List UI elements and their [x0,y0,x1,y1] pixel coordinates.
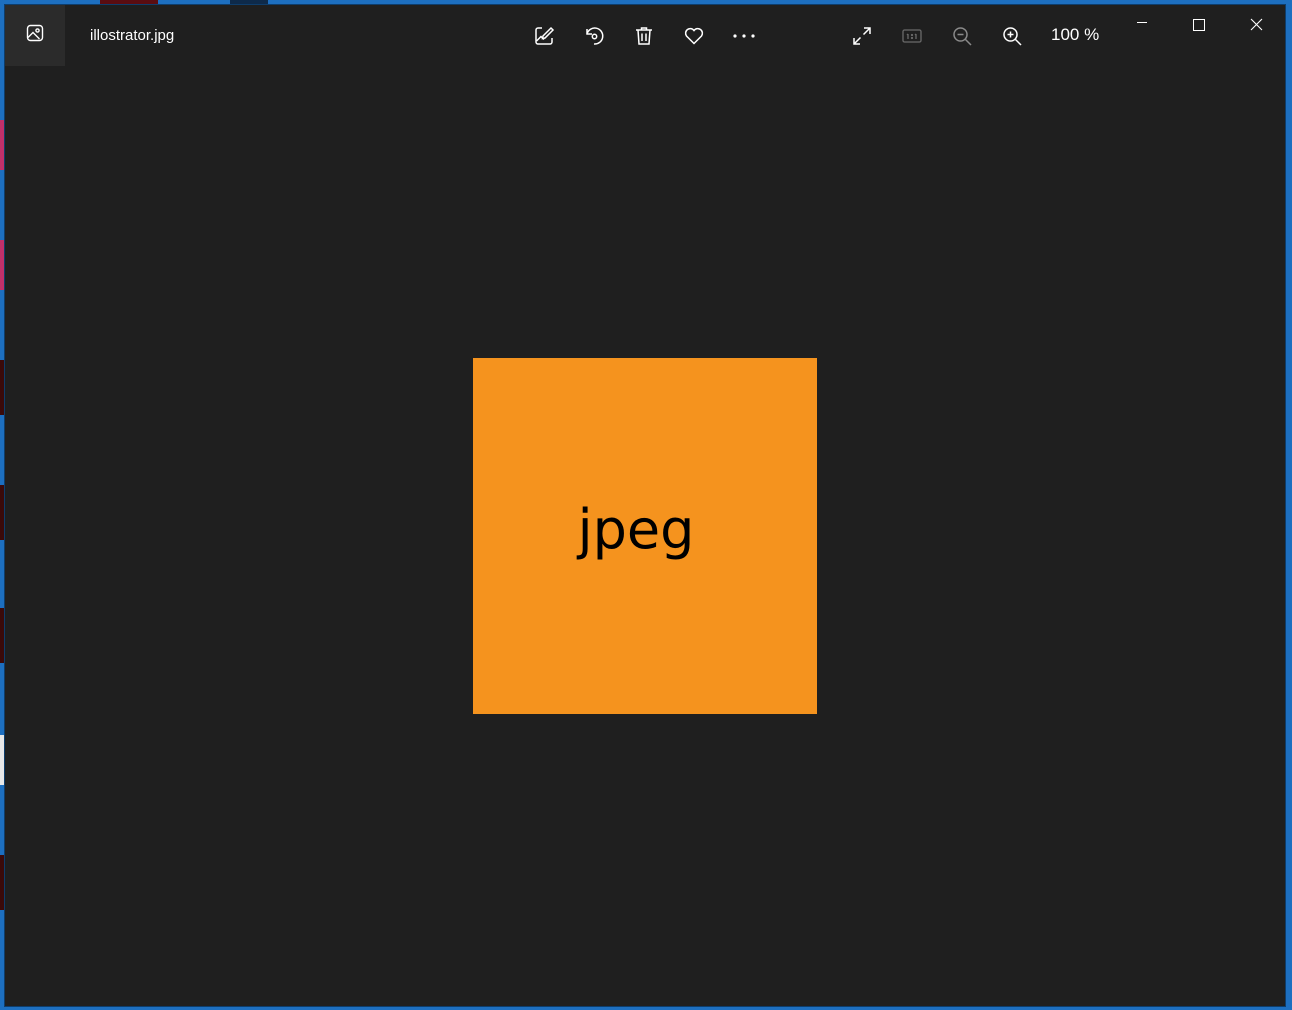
zoom-in-icon [1001,25,1023,47]
favorite-heart-icon [683,25,705,47]
image-text: jpeg [577,498,695,561]
file-name: illostrator.jpg [90,27,175,44]
rotate-button[interactable] [577,19,611,53]
actual-size-button[interactable] [895,19,929,53]
more-options-button[interactable] [727,19,761,53]
rotate-icon [583,25,605,47]
maximize-button[interactable] [1171,5,1227,49]
zoom-level[interactable]: 100 % [1051,25,1099,45]
delete-button[interactable] [627,19,661,53]
photo-app-icon [25,23,45,48]
actual-size-icon [901,25,923,47]
photos-app-window: illostrator.jpg 100 % jpeg [5,5,1285,1006]
title-bar: illostrator.jpg 100 % [5,5,1285,66]
close-icon [1250,18,1263,36]
zoom-out-button[interactable] [945,19,979,53]
minimize-icon [1136,18,1148,36]
edit-create-button[interactable] [527,19,561,53]
zoom-in-button[interactable] [995,19,1029,53]
maximize-icon [1193,18,1205,36]
minimize-button[interactable] [1114,5,1170,49]
edit-create-icon [533,25,555,47]
favorite-button[interactable] [677,19,711,53]
fullscreen-expand-icon [851,25,873,47]
fullscreen-button[interactable] [845,19,879,53]
app-menu-button[interactable] [5,5,65,66]
delete-icon [633,25,655,47]
displayed-image: jpeg [473,358,817,714]
close-button[interactable] [1228,5,1284,49]
image-canvas[interactable]: jpeg [5,66,1285,1006]
more-options-icon [731,25,757,47]
zoom-out-icon [951,25,973,47]
